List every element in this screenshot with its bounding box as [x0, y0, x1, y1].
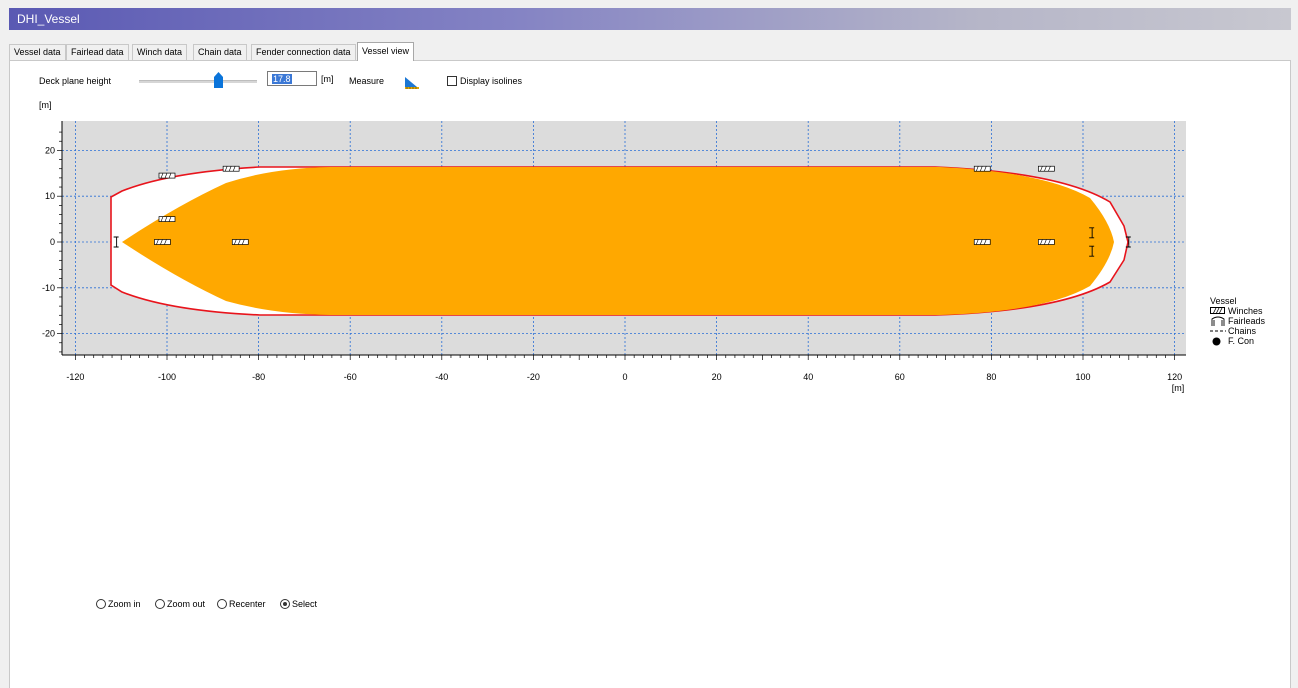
x-tick-label: -120	[66, 372, 84, 382]
recenter-label: Recenter	[229, 599, 266, 609]
x-tick-label: 80	[986, 372, 996, 382]
x-axis-unit: [m]	[1172, 383, 1185, 393]
zoom-in-radio[interactable]	[96, 599, 106, 609]
winch-marker	[154, 239, 171, 245]
select-label: Select	[292, 599, 318, 609]
chain-icon	[1210, 330, 1226, 332]
legend-winches-label: Winches	[1228, 306, 1263, 316]
legend: Vessel Winches Fairleads Chains F. Con	[1210, 296, 1265, 346]
x-tick-label: 120	[1167, 372, 1182, 382]
x-tick-label: -80	[252, 372, 265, 382]
winch-marker	[222, 165, 240, 172]
x-tick-label: 0	[622, 372, 627, 382]
y-tick-label: 20	[45, 145, 55, 155]
winch-marker	[973, 165, 991, 172]
y-tick-label: -20	[42, 329, 55, 339]
x-tick-label: 100	[1075, 372, 1090, 382]
recenter-radio[interactable]	[217, 599, 227, 609]
legend-chains-label: Chains	[1228, 326, 1257, 336]
x-tick-label: -60	[344, 372, 357, 382]
deck-area	[122, 167, 1114, 315]
zoom-out-radio[interactable]	[155, 599, 165, 609]
tab-vessel-view[interactable]: Vessel view	[357, 42, 415, 61]
x-tick-label: -40	[435, 372, 448, 382]
y-tick-label: 0	[50, 237, 55, 247]
winch-marker	[158, 172, 176, 179]
x-tick-label: -20	[527, 372, 540, 382]
winch-marker	[231, 239, 249, 245]
zoom-out-label: Zoom out	[167, 599, 206, 609]
winch-icon	[1210, 307, 1225, 315]
fairlead-icon	[1211, 316, 1225, 326]
y-tick-label: -10	[42, 283, 55, 293]
select-radio[interactable]	[280, 599, 290, 609]
legend-fcon-label: F. Con	[1228, 336, 1255, 346]
x-tick-label: -100	[158, 372, 176, 382]
y-tick-label: 10	[45, 191, 55, 201]
zoom-in-label: Zoom in	[108, 599, 141, 609]
vessel-plot[interactable]: -120 -100 -80 -60 -40 -20 0 20 40 60 80 100 120 2010…	[0, 0, 1298, 688]
winch-marker	[158, 216, 176, 222]
legend-title: Vessel	[1210, 296, 1237, 306]
x-tick-label: 20	[712, 372, 722, 382]
fender-connection-icon	[1212, 337, 1221, 346]
winch-marker	[1038, 165, 1055, 172]
winch-marker	[1038, 239, 1055, 245]
x-tick-label: 40	[803, 372, 813, 382]
legend-fairleads-label: Fairleads	[1228, 316, 1266, 326]
x-tick-label: 60	[895, 372, 905, 382]
winch-marker	[973, 239, 991, 245]
